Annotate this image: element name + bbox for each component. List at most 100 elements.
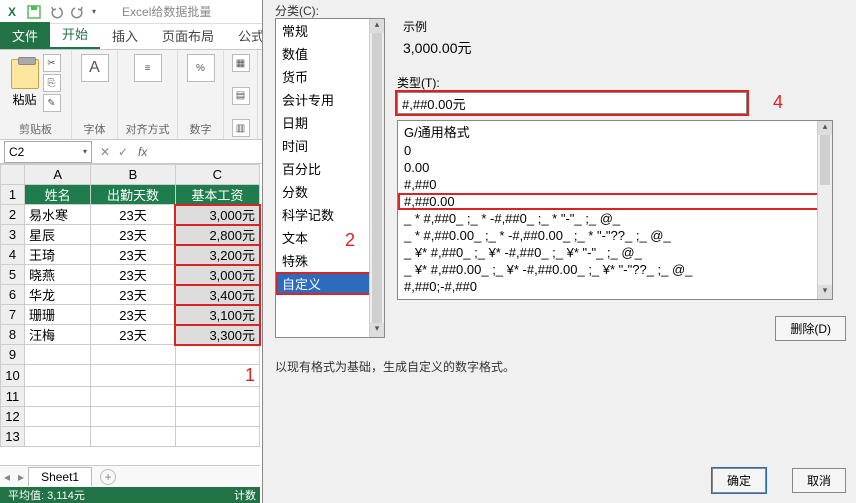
row-6[interactable]: 6 — [1, 285, 25, 305]
delete-button[interactable]: 删除(D) — [775, 316, 846, 341]
format-item[interactable]: _ * #,##0_ ;_ * -#,##0_ ;_ * "-"_ ;_ @_ — [398, 210, 832, 227]
category-item[interactable]: 分数 — [276, 180, 384, 203]
category-item[interactable]: 时间 — [276, 134, 384, 157]
tab-home[interactable]: 开始 — [50, 20, 100, 49]
format-item[interactable]: G/通用格式 — [398, 121, 832, 142]
col-A[interactable]: A — [25, 165, 91, 185]
paste-button[interactable]: 粘贴 — [11, 59, 39, 108]
category-item[interactable]: 日期 — [276, 111, 384, 134]
cell-A6[interactable]: 华龙 — [25, 285, 91, 305]
row-5[interactable]: 5 — [1, 265, 25, 285]
tab-file[interactable]: 文件 — [0, 22, 50, 49]
grid[interactable]: A B C 1 姓名 出勤天数 基本工资 2易水寒23天3,000元 3星辰23… — [0, 164, 260, 447]
cell-C1[interactable]: 基本工资 — [175, 185, 259, 205]
format-item[interactable]: 0 — [398, 142, 832, 159]
cell-B6[interactable]: 23天 — [91, 285, 175, 305]
scroll-down-icon[interactable]: ▾ — [370, 323, 384, 337]
name-box[interactable]: C2 ▾ — [4, 141, 92, 163]
category-item[interactable]: 文本 — [276, 226, 384, 249]
row-7[interactable]: 7 — [1, 305, 25, 325]
scroll-thumb[interactable] — [820, 135, 830, 185]
col-C[interactable]: C — [175, 165, 259, 185]
tab-insert[interactable]: 插入 — [100, 22, 150, 49]
cell-B5[interactable]: 23天 — [91, 265, 175, 285]
cell-A3[interactable]: 星辰 — [25, 225, 91, 245]
namebox-dropdown-icon[interactable]: ▾ — [83, 147, 87, 156]
row-11[interactable]: 11 — [1, 387, 25, 407]
format-item[interactable]: 0.00 — [398, 159, 832, 176]
cell-C8[interactable]: 3,300元 — [175, 325, 259, 345]
conditional-format-icon[interactable]: ▦ — [232, 54, 250, 72]
copy-icon[interactable]: ⎘ — [43, 74, 61, 92]
format-item[interactable]: #,##0;-#,##0 — [398, 278, 832, 295]
cell-A8[interactable]: 汪梅 — [25, 325, 91, 345]
cell-A2[interactable]: 易水寒 — [25, 205, 91, 225]
row-10[interactable]: 10 — [1, 365, 25, 387]
tab-nav-prev-icon[interactable]: ◂ — [0, 470, 14, 484]
cell-style-icon[interactable]: ▥ — [232, 119, 250, 137]
row-3[interactable]: 3 — [1, 225, 25, 245]
cell-C7[interactable]: 3,100元 — [175, 305, 259, 325]
cell-A1[interactable]: 姓名 — [25, 185, 91, 205]
category-item[interactable]: 常规 — [276, 19, 384, 42]
add-sheet-icon[interactable]: + — [100, 469, 116, 485]
cell-B8[interactable]: 23天 — [91, 325, 175, 345]
col-B[interactable]: B — [91, 165, 175, 185]
category-item[interactable]: 会计专用 — [276, 88, 384, 111]
select-all[interactable] — [1, 165, 25, 185]
row-12[interactable]: 12 — [1, 407, 25, 427]
row-2[interactable]: 2 — [1, 205, 25, 225]
format-item[interactable]: _ ¥* #,##0.00_ ;_ ¥* -#,##0.00_ ;_ ¥* "-… — [398, 261, 832, 278]
type-input[interactable] — [397, 92, 747, 114]
cell-B4[interactable]: 23天 — [91, 245, 175, 265]
cell-A5[interactable]: 晓燕 — [25, 265, 91, 285]
ok-button[interactable]: 确定 — [712, 468, 766, 493]
spreadsheet[interactable]: A B C 1 姓名 出勤天数 基本工资 2易水寒23天3,000元 3星辰23… — [0, 164, 260, 487]
category-item[interactable]: 数值 — [276, 42, 384, 65]
cell-C3[interactable]: 2,800元 — [175, 225, 259, 245]
row-9[interactable]: 9 — [1, 345, 25, 365]
undo-icon[interactable] — [48, 4, 64, 20]
category-list[interactable]: 常规 数值 货币 会计专用 日期 时间 百分比 分数 科学记数 文本 特殊 自定… — [275, 18, 385, 338]
cell-B1[interactable]: 出勤天数 — [91, 185, 175, 205]
fx-icon[interactable]: fx — [132, 145, 153, 159]
table-format-icon[interactable]: ▤ — [232, 87, 250, 105]
format-item[interactable]: #,##0 — [398, 176, 832, 193]
cell-C5[interactable]: 3,000元 — [175, 265, 259, 285]
cell-A7[interactable]: 珊珊 — [25, 305, 91, 325]
cell-C4[interactable]: 3,200元 — [175, 245, 259, 265]
format-scrollbar[interactable]: ▴ ▾ — [817, 121, 832, 299]
cell-C6[interactable]: 3,400元 — [175, 285, 259, 305]
format-list[interactable]: G/通用格式 0 0.00 #,##0 #,##0.00 _ * #,##0_ … — [397, 120, 833, 300]
qat-dropdown-icon[interactable]: ▾ — [92, 7, 96, 16]
cut-icon[interactable]: ✂ — [43, 54, 61, 72]
format-item[interactable]: _ * #,##0.00_ ;_ * -#,##0.00_ ;_ * "-"??… — [398, 227, 832, 244]
cell-A4[interactable]: 王琦 — [25, 245, 91, 265]
scroll-thumb[interactable] — [372, 33, 382, 323]
category-item-custom[interactable]: 自定义 — [276, 272, 384, 295]
scroll-up-icon[interactable]: ▴ — [818, 121, 832, 135]
formula-cancel-icon[interactable]: ✕ — [96, 145, 114, 159]
format-item-highlighted[interactable]: #,##0.00 — [398, 193, 832, 210]
cancel-button[interactable]: 取消 — [792, 468, 846, 493]
row-8[interactable]: 8 — [1, 325, 25, 345]
redo-icon[interactable] — [70, 4, 86, 20]
format-painter-icon[interactable]: ✎ — [43, 94, 61, 112]
tab-nav-next-icon[interactable]: ▸ — [14, 470, 28, 484]
cell-C2[interactable]: 3,000元 — [175, 205, 259, 225]
cell-B3[interactable]: 23天 — [91, 225, 175, 245]
tab-layout[interactable]: 页面布局 — [150, 22, 226, 49]
font-icon[interactable]: A — [81, 54, 109, 82]
category-scrollbar[interactable]: ▴ ▾ — [369, 19, 384, 337]
percent-icon[interactable]: % — [187, 54, 215, 82]
formula-ok-icon[interactable]: ✓ — [114, 145, 132, 159]
sheet-tab[interactable]: Sheet1 — [28, 467, 92, 486]
scroll-up-icon[interactable]: ▴ — [370, 19, 384, 33]
scroll-down-icon[interactable]: ▾ — [818, 285, 832, 299]
align-icon[interactable]: ≡ — [134, 54, 162, 82]
cell-B2[interactable]: 23天 — [91, 205, 175, 225]
row-1[interactable]: 1 — [1, 185, 25, 205]
save-icon[interactable] — [26, 4, 42, 20]
row-4[interactable]: 4 — [1, 245, 25, 265]
row-13[interactable]: 13 — [1, 427, 25, 447]
